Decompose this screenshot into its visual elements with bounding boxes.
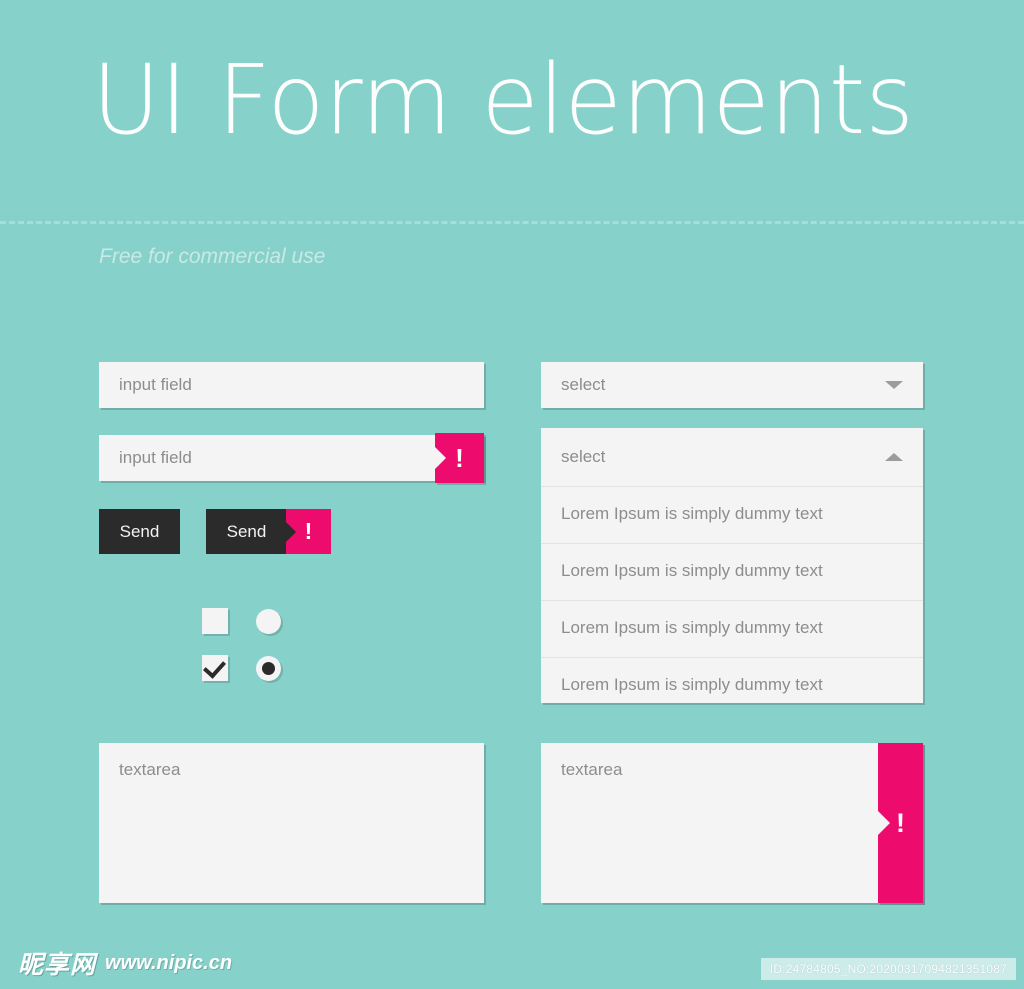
select-option[interactable]: Lorem Ipsum is simply dummy text xyxy=(541,486,923,543)
send-button-error-badge: ! xyxy=(286,509,331,554)
select-open[interactable]: select Lorem Ipsum is simply dummy text … xyxy=(541,428,923,703)
watermark-logo-text: 昵享网 xyxy=(18,950,97,979)
select-option[interactable]: Lorem Ipsum is simply dummy text xyxy=(541,600,923,657)
send-button[interactable]: Send xyxy=(99,509,180,554)
exclamation-icon: ! xyxy=(455,443,464,473)
input-field-normal[interactable]: input field xyxy=(99,362,484,408)
send-button-error-label: Send xyxy=(226,521,267,541)
textarea-error-badge: ! xyxy=(878,743,923,903)
watermark-url: www.nipic.cn xyxy=(105,951,233,974)
textarea-normal[interactable]: textarea xyxy=(99,743,484,903)
form-showcase: input field input field ! Send Send ! se… xyxy=(0,0,1024,989)
select-option-label: Lorem Ipsum is simply dummy text xyxy=(561,675,823,694)
input-field-normal-placeholder: input field xyxy=(119,375,192,394)
select-option-label: Lorem Ipsum is simply dummy text xyxy=(561,561,823,580)
chevron-down-icon xyxy=(885,381,903,389)
input-field-error[interactable]: input field xyxy=(99,435,484,481)
checkbox-checked[interactable] xyxy=(202,655,228,681)
textarea-error[interactable]: textarea xyxy=(541,743,923,903)
exclamation-icon: ! xyxy=(304,518,313,544)
chevron-up-icon xyxy=(885,453,903,461)
textarea-normal-placeholder: textarea xyxy=(119,760,181,779)
textarea-error-placeholder: textarea xyxy=(561,760,623,779)
select-option[interactable]: Lorem Ipsum is simply dummy text xyxy=(541,543,923,600)
radio-checked[interactable] xyxy=(256,656,281,681)
check-icon xyxy=(202,655,227,679)
send-button-error[interactable]: Send xyxy=(206,509,287,554)
select-open-header[interactable]: select xyxy=(541,428,923,486)
select-option[interactable]: Lorem Ipsum is simply dummy text xyxy=(541,657,923,714)
select-closed-value: select xyxy=(561,375,606,394)
input-field-error-placeholder: input field xyxy=(119,448,192,467)
input-error-badge: ! xyxy=(435,433,484,483)
select-option-label: Lorem Ipsum is simply dummy text xyxy=(561,618,823,637)
exclamation-icon: ! xyxy=(896,807,905,838)
select-closed[interactable]: select xyxy=(541,362,923,408)
radio-dot-icon xyxy=(262,662,275,675)
send-button-label: Send xyxy=(119,521,160,541)
checkbox-unchecked[interactable] xyxy=(202,608,228,634)
select-option-label: Lorem Ipsum is simply dummy text xyxy=(561,504,823,523)
site-watermark: 昵享网 www.nipic.cn xyxy=(18,945,232,981)
radio-unchecked[interactable] xyxy=(256,609,281,634)
select-open-value: select xyxy=(561,447,606,466)
image-id-badge: ID:24784805_NO:20200317094821351087 xyxy=(760,958,1016,980)
